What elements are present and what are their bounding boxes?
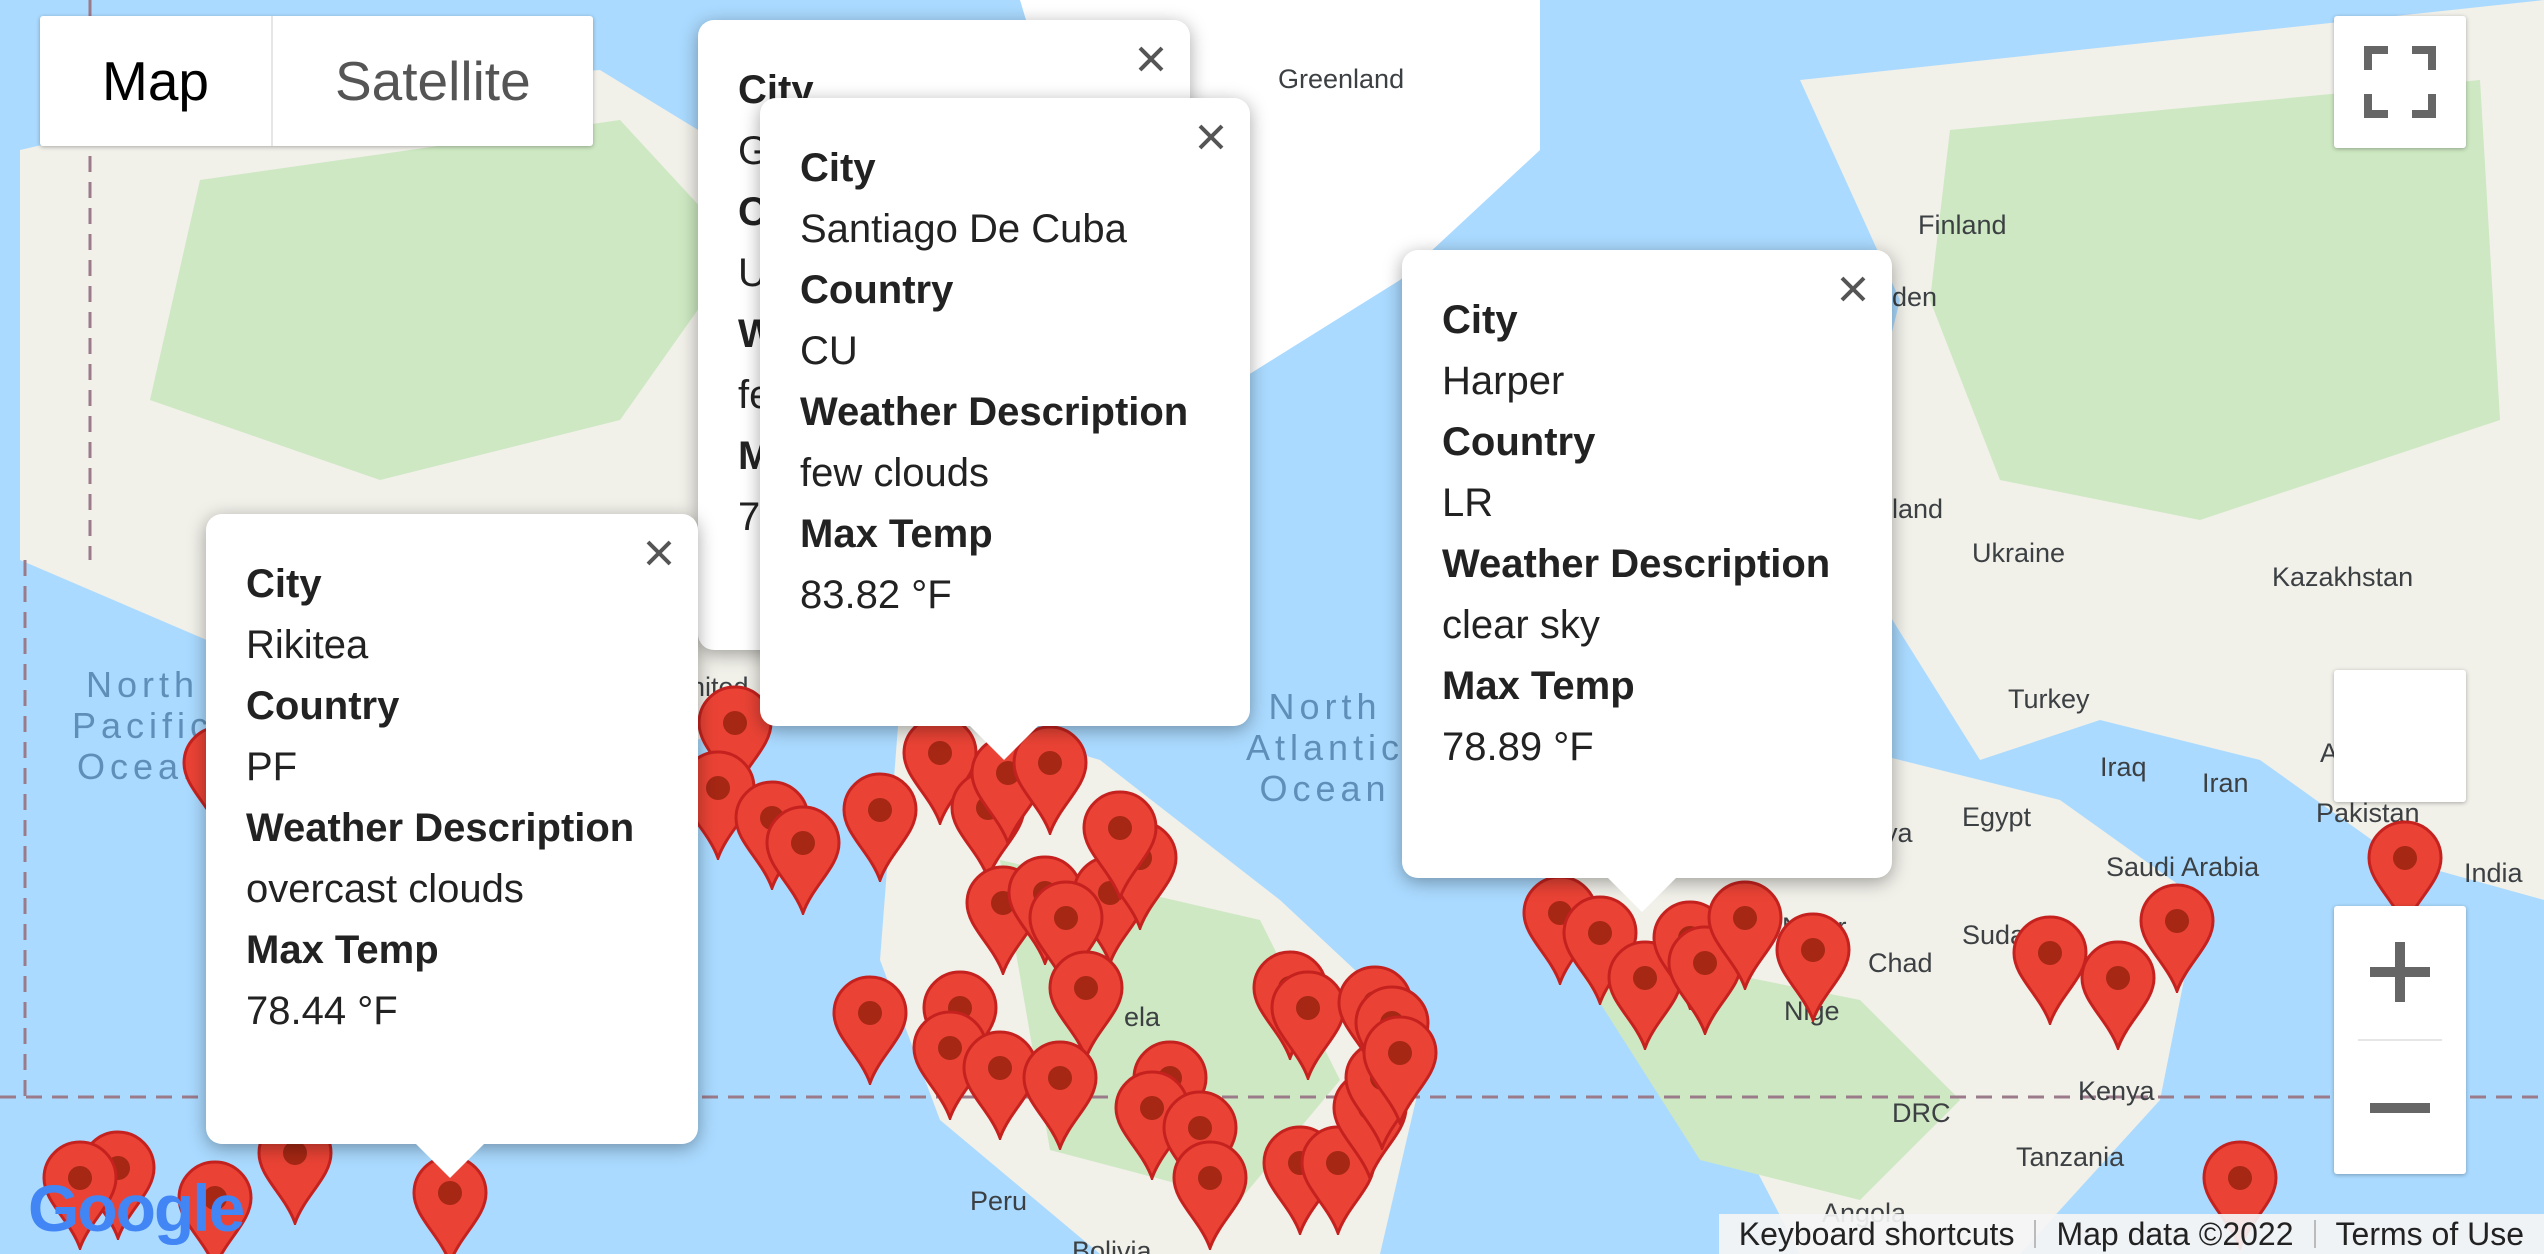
map-type-control: Map Satellite	[40, 16, 593, 146]
close-icon	[646, 540, 672, 566]
temp-label: Max Temp	[1442, 664, 1635, 708]
info-window-rikitea: City Rikitea Country PF Weather Descript…	[206, 514, 698, 1178]
country-label: Country	[246, 684, 400, 728]
fullscreen-icon	[2364, 46, 2436, 118]
label-iran: Iran	[2202, 768, 2249, 798]
label-den: den	[1892, 282, 1938, 312]
label-bolivia: Bolivia	[1072, 1236, 1152, 1254]
city-label: City	[800, 146, 876, 190]
weather-label: Weather Description	[246, 806, 635, 850]
zoom-out-button[interactable]	[2334, 1042, 2466, 1174]
info-window-santiago-de-cuba: City Santiago De Cuba Country CU Weather…	[760, 98, 1250, 760]
label-kazakhstan: Kazakhstan	[2272, 562, 2414, 592]
info-window-close-button[interactable]	[1834, 270, 1872, 308]
close-icon	[1198, 124, 1224, 150]
zoom-in-icon	[2370, 942, 2430, 1002]
country-value: LR	[1442, 481, 1494, 525]
terms-of-use-link[interactable]: Terms of Use	[2316, 1216, 2544, 1253]
label-iraq: Iraq	[2100, 752, 2147, 782]
google-logo-text: Google	[28, 1171, 245, 1245]
weather-label: Weather Description	[800, 390, 1189, 434]
label-kenya: Kenya	[2078, 1076, 2155, 1106]
map-marker[interactable]	[1773, 912, 1853, 1022]
country-value: PF	[246, 745, 298, 789]
label-egypt: Egypt	[1962, 802, 2032, 832]
attribution-bar: Keyboard shortcuts Map data ©2022 Terms …	[1718, 1214, 2544, 1254]
label-finland: Finland	[1918, 210, 2007, 240]
close-icon	[1138, 46, 1164, 72]
zoom-control	[2334, 906, 2466, 1174]
label-ukraine: Ukraine	[1972, 538, 2066, 568]
temp-label: Max Temp	[246, 928, 439, 972]
info-window-tail	[970, 726, 1038, 760]
google-logo: Google	[28, 1170, 245, 1246]
map-marker[interactable]	[1360, 1015, 1440, 1125]
label-saudi-arabia: Saudi Arabia	[2106, 852, 2260, 882]
map-marker[interactable]	[763, 805, 843, 915]
label-chad: Chad	[1868, 948, 1933, 978]
label-land: land	[1892, 494, 1944, 524]
marker-pin-icon	[1022, 1040, 1098, 1150]
info-window-harper: City Harper Country LR Weather Descripti…	[1402, 250, 1892, 912]
marker-pin-icon	[1775, 912, 1851, 1022]
country-label: Country	[800, 268, 954, 312]
marker-pin-icon	[2139, 883, 2215, 993]
label-india: India	[2464, 858, 2523, 888]
label-drc: DRC	[1892, 1098, 1951, 1128]
label-north-atlantic-ocean: North Atlantic Ocean	[1246, 686, 1405, 809]
map-type-map-button[interactable]: Map	[40, 16, 273, 146]
label-tanzania: Tanzania	[2016, 1142, 2125, 1172]
zoom-in-button[interactable]	[2334, 906, 2466, 1038]
zoom-out-icon	[2370, 1103, 2430, 1113]
weather-value: clear sky	[1442, 603, 1600, 647]
map-marker[interactable]	[1020, 1040, 1100, 1150]
marker-pin-icon	[1362, 1015, 1438, 1125]
map-marker[interactable]	[1170, 1140, 1250, 1250]
city-value: Rikitea	[246, 623, 369, 667]
city-value: Harper	[1442, 359, 1565, 403]
fullscreen-button[interactable]	[2334, 16, 2466, 148]
map-data-text: Map data ©2022	[2056, 1215, 2294, 1252]
map-marker[interactable]	[2137, 883, 2217, 993]
marker-pin-icon	[765, 805, 841, 915]
info-window-tail	[416, 1144, 484, 1178]
temp-value: 78.44 °F	[246, 989, 398, 1033]
temp-value: 83.82 °F	[800, 573, 952, 617]
zoom-divider	[2358, 1039, 2442, 1041]
info-window-close-button[interactable]	[1132, 40, 1170, 78]
close-icon	[1840, 276, 1866, 302]
map-marker[interactable]	[830, 975, 910, 1085]
marker-pin-icon	[832, 975, 908, 1085]
temp-value: 78.89 °F	[1442, 725, 1594, 769]
weather-value: overcast clouds	[246, 867, 524, 911]
keyboard-shortcuts-link[interactable]: Keyboard shortcuts	[1719, 1216, 2035, 1253]
info-window-close-button[interactable]	[640, 534, 678, 572]
label-greenland: Greenland	[1278, 64, 1405, 94]
city-value: Santiago De Cuba	[800, 207, 1127, 251]
city-label: City	[246, 562, 322, 606]
pegman-button[interactable]	[2334, 670, 2466, 802]
weather-value: few clouds	[800, 451, 989, 495]
weather-label: Weather Description	[1442, 542, 1831, 586]
city-label: City	[1442, 298, 1518, 342]
label-peru: Peru	[970, 1186, 1028, 1216]
country-label: Country	[1442, 420, 1596, 464]
temp-label: Max Temp	[800, 512, 993, 556]
marker-pin-icon	[1172, 1140, 1248, 1250]
info-window-close-button[interactable]	[1192, 118, 1230, 156]
country-value: CU	[800, 329, 858, 373]
label-turkey: Turkey	[2008, 684, 2090, 714]
label-ela: ela	[1124, 1002, 1161, 1032]
map-type-satellite-button[interactable]: Satellite	[273, 16, 593, 146]
info-window-tail	[1608, 878, 1676, 912]
